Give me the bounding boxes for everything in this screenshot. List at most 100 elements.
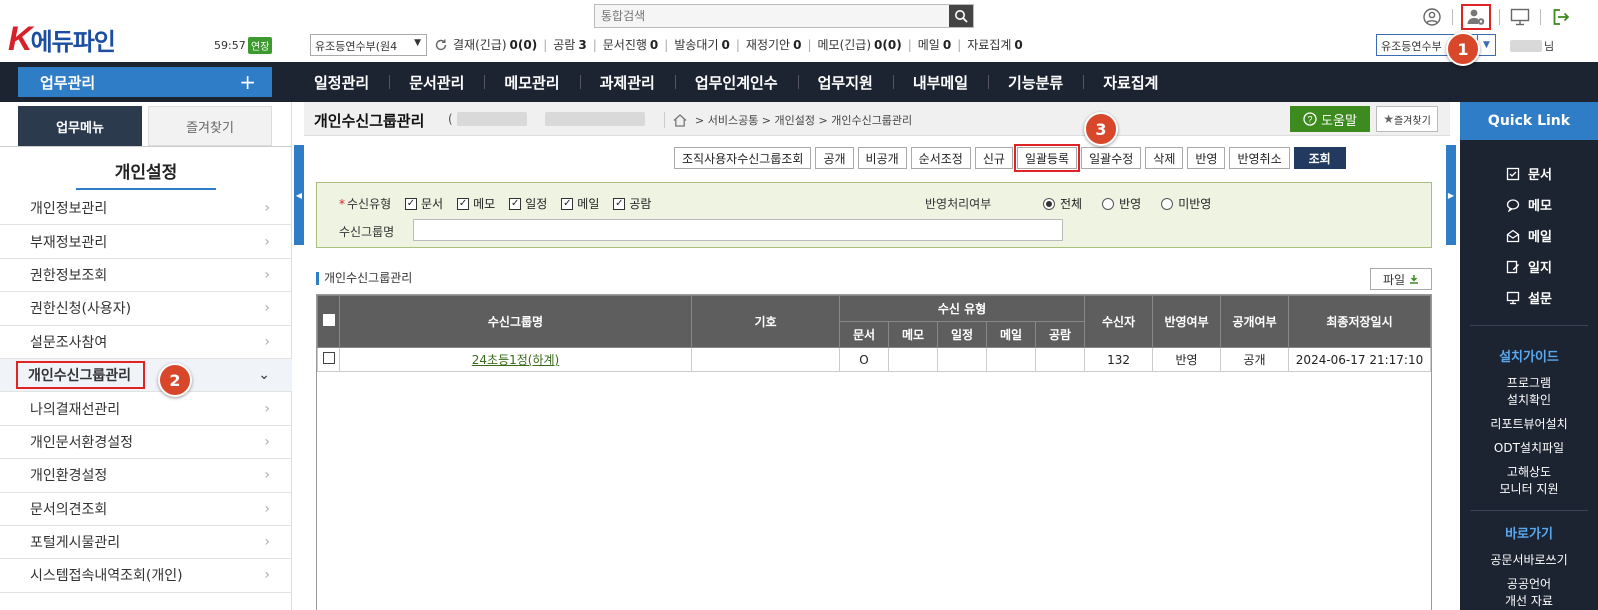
- apply-radio-applied[interactable]: 반영: [1102, 195, 1141, 212]
- page-subtitle: (: [448, 112, 645, 126]
- search-input[interactable]: [595, 5, 949, 27]
- apply-radio-all[interactable]: 전체: [1043, 195, 1082, 212]
- collapse-sidebar-button[interactable]: ◀: [294, 145, 304, 245]
- counter-send-wait[interactable]: 발송대기 0: [674, 36, 730, 53]
- nav-data-collection[interactable]: 자료집계: [1083, 72, 1178, 93]
- nav-schedule[interactable]: 일정관리: [294, 72, 389, 93]
- help-button[interactable]: ? 도움말: [1290, 106, 1370, 132]
- nav-handover[interactable]: 업무인계인수: [674, 72, 798, 93]
- col-applied[interactable]: 반영여부: [1152, 295, 1222, 348]
- cancel-apply-button[interactable]: 반영취소: [1229, 147, 1290, 169]
- group-name-input[interactable]: [413, 219, 1063, 241]
- col-recipients[interactable]: 수신자: [1084, 295, 1154, 348]
- refresh-icon[interactable]: [434, 38, 448, 52]
- counter-mail[interactable]: 메일 0: [918, 36, 951, 53]
- public-button[interactable]: 공개: [815, 147, 854, 169]
- type-checkbox-circulation[interactable]: ✓ 공람: [613, 195, 651, 212]
- col-symbol[interactable]: 기호: [691, 295, 840, 348]
- sidebar-item[interactable]: 개인환경설정 ›: [0, 459, 292, 493]
- type-checkbox-schedule[interactable]: ✓ 일정: [509, 195, 547, 212]
- dropdown-arrow-icon: ▼: [414, 38, 421, 48]
- reorder-button[interactable]: 순서조정: [910, 147, 971, 169]
- col-type-schedule[interactable]: 일정: [937, 321, 987, 348]
- bulk-edit-button[interactable]: 일괄수정: [1081, 147, 1142, 169]
- install-report-viewer[interactable]: 리포트뷰어설치: [1460, 416, 1598, 433]
- counter-data-collection[interactable]: 자료집계 0: [967, 36, 1023, 53]
- shortcut-public-language[interactable]: 공공언어 개선 자료: [1460, 576, 1598, 610]
- step-badge-1: 1: [1446, 32, 1480, 66]
- sidebar-item[interactable]: 시스템접속내역조회(개인) ›: [0, 559, 292, 593]
- search-button[interactable]: [949, 5, 973, 27]
- counter-circulation[interactable]: 공람 3: [553, 36, 586, 53]
- sidebar-item[interactable]: 부재정보관리 ›: [0, 225, 292, 259]
- col-type-document[interactable]: 문서: [839, 321, 889, 348]
- counter-finance-draft[interactable]: 재정기안 0: [746, 36, 802, 53]
- sidebar-item[interactable]: 포털게시물관리 ›: [0, 526, 292, 560]
- apply-radio-not-applied[interactable]: 미반영: [1161, 195, 1211, 212]
- col-type-mail[interactable]: 메일: [986, 321, 1036, 348]
- nav-tasks[interactable]: 과제관리: [579, 72, 675, 93]
- quick-memo[interactable]: 메모: [1460, 189, 1598, 220]
- collapse-quicklink-button[interactable]: ▶: [1446, 145, 1456, 245]
- profile-button[interactable]: [1420, 5, 1444, 29]
- col-type-circulation[interactable]: 공람: [1034, 321, 1086, 348]
- type-checkbox-document[interactable]: ✓ 문서: [405, 195, 443, 212]
- edit-note-icon: [1506, 260, 1520, 273]
- group-name-link[interactable]: 24초등1정(하계): [472, 353, 559, 367]
- sidebar-item[interactable]: 문서의견조회 ›: [0, 493, 292, 526]
- quick-survey[interactable]: 설문: [1460, 282, 1598, 313]
- caret-left-icon: ◀: [295, 190, 303, 200]
- quick-mail[interactable]: 메일: [1460, 220, 1598, 251]
- install-odt-file[interactable]: ODT설치파일: [1460, 440, 1598, 457]
- remote-support-button[interactable]: [1508, 5, 1532, 29]
- home-icon[interactable]: [673, 113, 687, 127]
- nav-work-support[interactable]: 업무지원: [797, 72, 893, 93]
- org-recipient-group-button[interactable]: 조직사용자수신그룹조회: [674, 147, 812, 169]
- select-all-checkbox[interactable]: [317, 295, 340, 348]
- sidebar-item[interactable]: 권한신청(사용자) ›: [0, 292, 292, 326]
- counter-doc-progress[interactable]: 문서진행 0: [603, 36, 659, 53]
- bulk-register-button[interactable]: 일괄등록: [1013, 144, 1081, 172]
- logout-button[interactable]: [1549, 5, 1573, 29]
- nav-internal-mail[interactable]: 내부메일: [892, 72, 988, 93]
- file-export-button[interactable]: 파일: [1370, 268, 1432, 290]
- extend-session-button[interactable]: 연장: [248, 37, 273, 54]
- sidebar-item[interactable]: 권한정보조회 ›: [0, 259, 292, 293]
- counter-memo[interactable]: 메모(긴급) 0(0): [817, 36, 901, 53]
- tab-work-menu[interactable]: 업무메뉴: [18, 106, 142, 146]
- sidebar-item-personal-recipient-group[interactable]: 개인수신그룹관리 ⌄: [0, 358, 292, 393]
- sidebar-item[interactable]: 설문조사참여 ›: [0, 326, 292, 359]
- apply-button[interactable]: 반영: [1187, 147, 1226, 169]
- row-checkbox[interactable]: [317, 347, 340, 372]
- quick-journal[interactable]: 일지: [1460, 251, 1598, 282]
- col-recipient-type: 수신 유형: [838, 295, 1086, 322]
- type-checkbox-memo[interactable]: ✓ 메모: [457, 195, 495, 212]
- user-settings-button[interactable]: [1461, 4, 1491, 30]
- work-management-menu[interactable]: 업무관리 +: [18, 67, 272, 97]
- query-button[interactable]: 조회: [1293, 147, 1346, 169]
- install-hidpi-support[interactable]: 고해상도 모니터 지원: [1460, 464, 1598, 498]
- nav-memo[interactable]: 메모관리: [484, 72, 579, 93]
- col-type-memo[interactable]: 메모: [888, 321, 938, 348]
- table-row[interactable]: 24초등1정(하계) O 132 반영 공개 2024-06-17 21:17:…: [317, 347, 1431, 372]
- tab-favorites[interactable]: 즐겨찾기: [148, 106, 272, 146]
- edufine-logo[interactable]: K 에듀파인: [8, 20, 116, 58]
- col-public[interactable]: 공개여부: [1220, 295, 1290, 348]
- sidebar-item[interactable]: 개인문서환경설정 ›: [0, 426, 292, 460]
- add-favorite-button[interactable]: ★ 즐겨찾기: [1376, 106, 1438, 132]
- counter-approval[interactable]: 결재(긴급) 0(0): [453, 36, 537, 53]
- nav-documents[interactable]: 문서관리: [389, 72, 484, 93]
- quick-document[interactable]: 문서: [1460, 158, 1598, 189]
- private-button[interactable]: 비공개: [857, 147, 907, 169]
- new-button[interactable]: 신규: [974, 147, 1013, 169]
- install-program-check[interactable]: 프로그램 설치확인: [1460, 375, 1598, 409]
- col-saved-at[interactable]: 최종저장일시: [1288, 295, 1431, 348]
- nav-classification[interactable]: 기능분류: [988, 72, 1083, 93]
- sidebar-item[interactable]: 나의결재선관리 ›: [0, 392, 292, 426]
- shortcut-write-official-doc[interactable]: 공문서바로쓰기: [1460, 552, 1598, 569]
- type-checkbox-mail[interactable]: ✓ 메일: [561, 195, 599, 212]
- department-select[interactable]: 유조등연수부(원4 ▼: [310, 34, 427, 56]
- delete-button[interactable]: 삭제: [1145, 147, 1184, 169]
- col-group-name[interactable]: 수신그룹명: [339, 295, 692, 348]
- sidebar-item[interactable]: 개인정보관리 ›: [0, 192, 292, 226]
